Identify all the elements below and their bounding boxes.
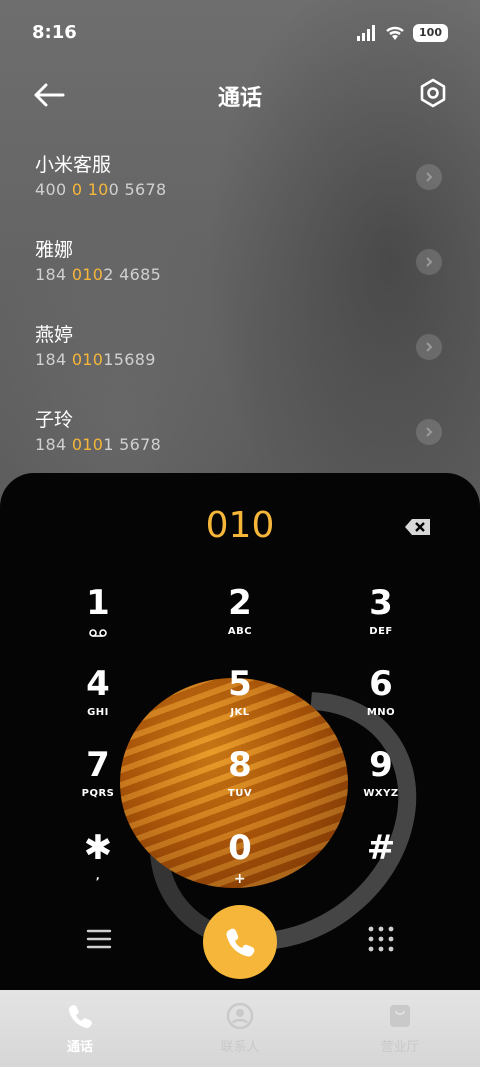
contact-number: 184 0102 4685 <box>35 265 162 284</box>
contact-row[interactable]: 雅娜 184 0102 4685 <box>0 225 480 310</box>
header: 通话 <box>0 68 480 122</box>
contact-row[interactable]: 子玲 184 0101 5678 <box>0 395 480 480</box>
chevron-right-icon[interactable] <box>416 419 442 445</box>
bottom-nav: 通话 联系人 营业厅 <box>0 990 480 1067</box>
status-bar: 8:16 100 <box>0 0 480 68</box>
contact-number: 184 01015689 <box>35 350 156 369</box>
status-icons: 100 <box>357 24 448 42</box>
battery-indicator: 100 <box>413 24 448 42</box>
nav-label: 通话 <box>66 1040 93 1055</box>
call-button[interactable] <box>203 905 277 979</box>
nav-item-store[interactable]: 营业厅 <box>320 990 480 1067</box>
key-star[interactable]: ✱, <box>38 828 158 904</box>
phone-icon <box>68 1004 92 1028</box>
contact-number: 184 0101 5678 <box>35 435 162 454</box>
contact-name: 小米客服 <box>35 154 112 176</box>
key-hash[interactable]: # <box>321 828 441 904</box>
phone-icon <box>226 928 255 957</box>
shopping-bag-icon <box>390 1005 410 1027</box>
settings-hexagon-icon[interactable] <box>418 78 448 108</box>
key-8[interactable]: 8 TUV <box>180 745 300 821</box>
contact-row[interactable]: 小米客服 400 0 100 5678 <box>0 140 480 225</box>
key-0[interactable]: 0 + <box>180 828 300 904</box>
dialer-panel: 010 1 2 ABC 3 DEF 4 GHI 5 JKL 6 MNO 7 PQRS 8 TU… <box>0 473 480 993</box>
status-time: 8:16 <box>32 22 77 43</box>
contact-name: 燕婷 <box>35 324 74 346</box>
chevron-right-icon[interactable] <box>416 334 442 360</box>
page-title: 通话 <box>217 86 262 111</box>
key-9[interactable]: 9 WXYZ <box>321 745 441 821</box>
backspace-icon[interactable] <box>404 517 432 537</box>
nav-item-contacts[interactable]: 联系人 <box>160 990 320 1067</box>
contact-icon <box>226 1002 254 1030</box>
contact-row[interactable]: 燕婷 184 01015689 <box>0 310 480 395</box>
nav-item-calls[interactable]: 通话 <box>0 990 160 1067</box>
dialpad-icon[interactable] <box>368 926 394 952</box>
nav-label: 营业厅 <box>380 1040 420 1055</box>
contact-number: 400 0 100 5678 <box>35 180 167 199</box>
contact-list: 小米客服 400 0 100 5678 雅娜 184 0102 4685 燕婷 … <box>0 140 480 480</box>
key-1[interactable]: 1 <box>38 583 158 659</box>
key-2[interactable]: 2 ABC <box>180 583 300 659</box>
wifi-icon <box>386 26 404 40</box>
nav-label: 联系人 <box>220 1040 260 1055</box>
signal-icon <box>357 25 376 41</box>
voicemail-icon <box>89 629 107 637</box>
key-3[interactable]: 3 DEF <box>321 583 441 659</box>
contact-name: 子玲 <box>35 409 74 431</box>
contact-name: 雅娜 <box>35 239 74 261</box>
key-5[interactable]: 5 JKL <box>180 664 300 740</box>
chevron-right-icon[interactable] <box>416 249 442 275</box>
chevron-right-icon[interactable] <box>416 164 442 190</box>
key-6[interactable]: 6 MNO <box>321 664 441 740</box>
menu-icon[interactable] <box>86 928 112 950</box>
key-4[interactable]: 4 GHI <box>38 664 158 740</box>
key-7[interactable]: 7 PQRS <box>38 745 158 821</box>
